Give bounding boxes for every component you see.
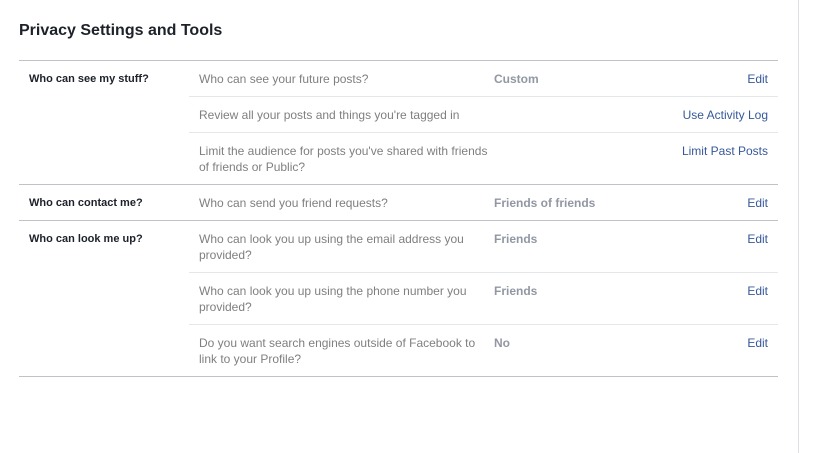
setting-row-email-lookup: Who can look you up using the email addr…: [189, 221, 778, 272]
use-activity-log-link[interactable]: Use Activity Log: [644, 107, 768, 123]
setting-question: Do you want search engines outside of Fa…: [199, 336, 476, 366]
edit-search-engines-link[interactable]: Edit: [644, 335, 768, 351]
setting-value: Custom: [494, 72, 539, 86]
section-contact-me: Who can contact me? Who can send you fri…: [19, 185, 778, 221]
setting-value: Friends: [494, 284, 538, 298]
setting-value: Friends: [494, 232, 538, 246]
setting-row-friend-requests: Who can send you friend requests? Friend…: [189, 185, 778, 220]
setting-question: Review all your posts and things you're …: [199, 108, 460, 122]
section-label: Who can look me up?: [29, 233, 143, 245]
edit-future-posts-link[interactable]: Edit: [644, 71, 768, 87]
setting-row-search-engines: Do you want search engines outside of Fa…: [189, 324, 778, 376]
page-title: Privacy Settings and Tools: [19, 22, 223, 39]
setting-question: Who can send you friend requests?: [199, 196, 388, 210]
setting-row-limit-audience: Limit the audience for posts you've shar…: [189, 132, 778, 184]
setting-question: Who can look you up using the email addr…: [199, 232, 464, 262]
section-look-me-up: Who can look me up? Who can look you up …: [19, 221, 778, 377]
setting-value: Friends of friends: [494, 196, 596, 210]
limit-past-posts-link[interactable]: Limit Past Posts: [644, 143, 768, 159]
section-rows: Who can send you friend requests? Friend…: [189, 185, 778, 220]
setting-question: Who can see your future posts?: [199, 72, 369, 86]
edit-email-lookup-link[interactable]: Edit: [644, 231, 768, 247]
section-rows: Who can look you up using the email addr…: [189, 221, 778, 376]
section-see-my-stuff: Who can see my stuff? Who can see your f…: [19, 61, 778, 185]
setting-value: No: [494, 336, 510, 350]
right-border-divider: [798, 0, 799, 453]
setting-row-review-posts: Review all your posts and things you're …: [189, 96, 778, 132]
section-label: Who can contact me?: [29, 197, 143, 209]
setting-question: Who can look you up using the phone numb…: [199, 284, 467, 314]
setting-row-future-posts: Who can see your future posts? Custom Ed…: [189, 61, 778, 96]
setting-row-phone-lookup: Who can look you up using the phone numb…: [189, 272, 778, 324]
edit-phone-lookup-link[interactable]: Edit: [644, 283, 768, 299]
edit-friend-requests-link[interactable]: Edit: [644, 195, 768, 211]
section-rows: Who can see your future posts? Custom Ed…: [189, 61, 778, 184]
section-label: Who can see my stuff?: [29, 73, 149, 85]
setting-question: Limit the audience for posts you've shar…: [199, 144, 488, 174]
privacy-settings-table: Who can see my stuff? Who can see your f…: [19, 60, 778, 377]
